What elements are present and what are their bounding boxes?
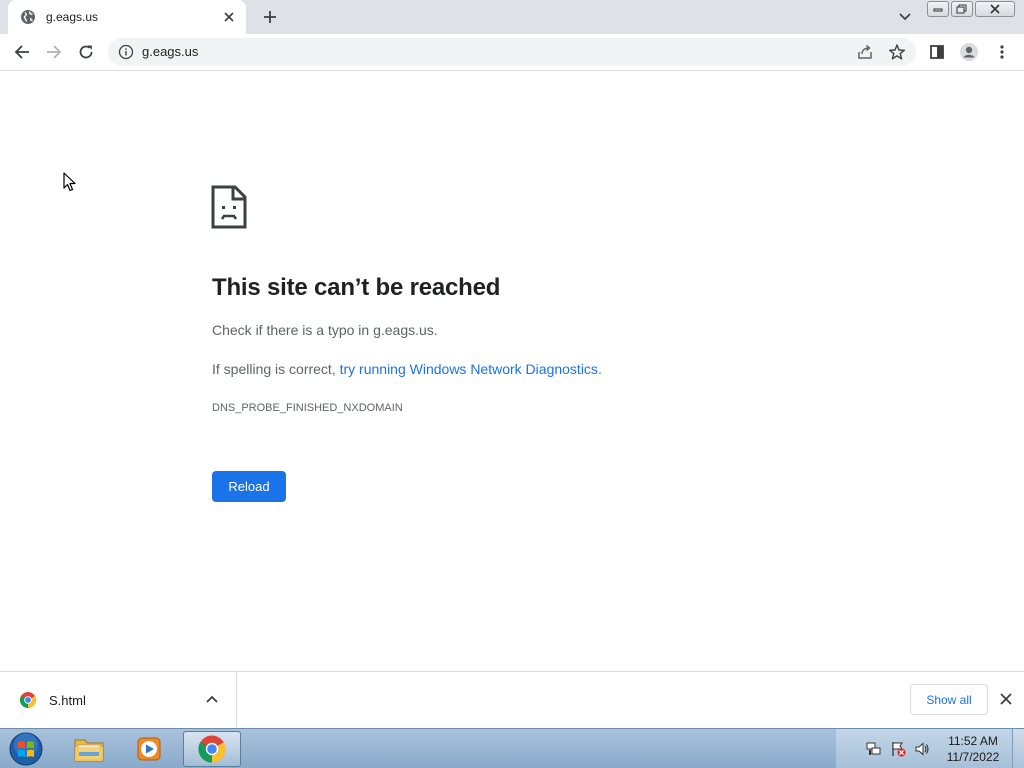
error-code: DNS_PROBE_FINISHED_NXDOMAIN (212, 402, 403, 414)
minimize-icon (933, 8, 943, 12)
network-diagnostics-link[interactable]: try running Windows Network Diagnostics (340, 361, 598, 377)
profile-button[interactable] (956, 39, 982, 65)
windows-start-icon (9, 732, 43, 766)
diagnostics-hint-suffix: . (597, 361, 602, 377)
typo-hint: Check if there is a typo in g.eags.us. (212, 322, 438, 338)
info-icon[interactable] (118, 44, 134, 60)
diagnostics-hint: If spelling is correct, try running Wind… (212, 361, 602, 377)
reload-button[interactable]: Reload (212, 471, 286, 502)
sad-page-icon (211, 185, 247, 229)
mouse-cursor-icon (63, 172, 77, 192)
forward-button[interactable] (41, 39, 67, 65)
new-tab-button[interactable] (258, 5, 282, 29)
tab-search-button[interactable] (894, 6, 916, 28)
tab-strip: g.eags.us (0, 0, 1024, 34)
profile-icon (960, 43, 978, 61)
restore-icon (956, 4, 967, 14)
minimize-button[interactable] (927, 1, 949, 17)
share-icon[interactable] (856, 43, 874, 61)
download-shelf: S.html Show all (0, 671, 1024, 728)
globe-icon (20, 9, 36, 25)
action-center-flag-icon[interactable] (890, 741, 906, 757)
back-button[interactable] (9, 39, 35, 65)
download-filename: S.html (49, 693, 86, 708)
download-item[interactable]: S.html (0, 672, 237, 728)
close-icon (990, 4, 1000, 14)
chrome-taskbar-button[interactable] (183, 731, 241, 767)
star-icon[interactable] (888, 43, 906, 61)
browser-tab[interactable]: g.eags.us (8, 0, 246, 34)
close-icon[interactable] (998, 691, 1014, 707)
windows-taskbar: 11:52 AM 11/7/2022 (0, 728, 1024, 768)
show-desktop-button[interactable] (1012, 729, 1024, 768)
side-panel-icon (930, 45, 944, 59)
chrome-icon (198, 735, 226, 763)
chrome-file-icon (19, 691, 37, 709)
show-all-button[interactable]: Show all (910, 684, 988, 715)
close-icon[interactable] (220, 8, 238, 26)
chevron-down-icon (899, 13, 911, 21)
clock-time[interactable]: 11:52 AM (940, 734, 1006, 748)
kebab-menu-icon (1000, 45, 1004, 59)
address-bar[interactable]: g.eags.us (108, 38, 916, 66)
reload-icon (79, 45, 93, 59)
url-text[interactable]: g.eags.us (142, 44, 198, 59)
menu-button[interactable] (989, 39, 1015, 65)
chevron-up-icon[interactable] (204, 692, 220, 708)
window-controls (927, 1, 1015, 17)
plus-icon (264, 11, 276, 23)
tab-title: g.eags.us (46, 10, 99, 24)
reload-browser-button[interactable] (73, 39, 99, 65)
volume-icon[interactable] (914, 741, 930, 757)
side-panel-button[interactable] (924, 39, 950, 65)
media-player-taskbar-button[interactable] (120, 731, 178, 767)
restore-button[interactable] (951, 1, 973, 17)
back-arrow-icon (14, 45, 29, 59)
network-icon[interactable] (866, 741, 882, 757)
explorer-taskbar-button[interactable] (60, 731, 118, 767)
diagnostics-hint-prefix: If spelling is correct, (212, 361, 340, 377)
forward-arrow-icon (47, 45, 62, 59)
media-player-icon (137, 737, 161, 761)
browser-toolbar: g.eags.us (0, 34, 1024, 71)
folder-icon (74, 739, 104, 762)
error-title: This site can’t be reached (212, 274, 501, 301)
clock-date[interactable]: 11/7/2022 (940, 750, 1006, 764)
close-window-button[interactable] (975, 1, 1015, 17)
start-button[interactable] (6, 731, 46, 767)
